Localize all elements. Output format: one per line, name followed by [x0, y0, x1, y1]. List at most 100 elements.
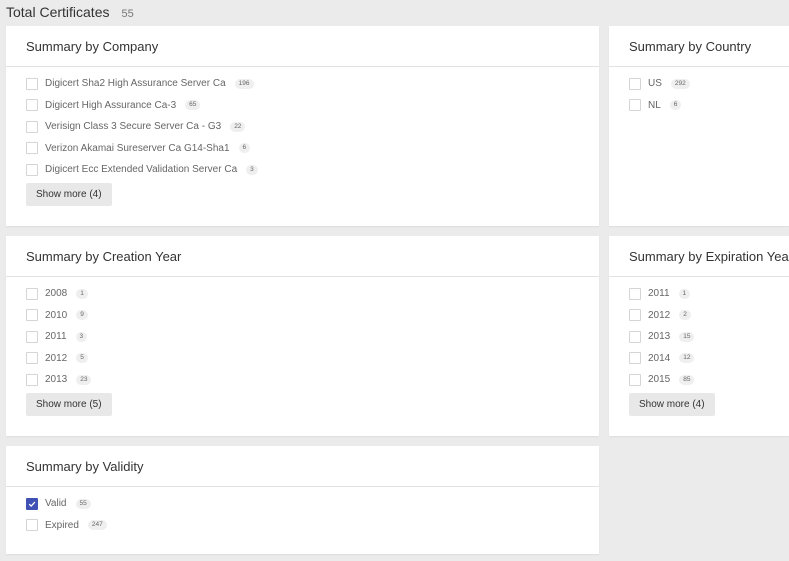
- filter-option-label: 2012: [648, 309, 671, 321]
- filter-option[interactable]: Digicert Ecc Extended Validation Server …: [6, 159, 599, 181]
- filter-option[interactable]: 2012 2: [609, 305, 789, 327]
- count-badge: 55: [75, 498, 91, 509]
- total-count: 55: [121, 8, 134, 20]
- checkbox[interactable]: [26, 163, 38, 176]
- card-title: Summary by Validity: [26, 458, 144, 474]
- checkbox[interactable]: [26, 309, 38, 322]
- count-badge: 292: [670, 78, 690, 89]
- filter-option[interactable]: US 292: [609, 73, 789, 95]
- filter-option[interactable]: 2015 85: [609, 369, 789, 391]
- filter-option[interactable]: Verisign Class 3 Secure Server Ca - G3 22: [6, 116, 599, 138]
- filter-option-label: Verizon Akamai Sureserver Ca G14-Sha1: [45, 142, 230, 154]
- count-badge: 85: [679, 374, 695, 385]
- show-more-expiration-years-button[interactable]: Show more (4): [629, 393, 715, 416]
- checkbox[interactable]: [26, 120, 38, 133]
- checkmark-icon: [28, 501, 36, 507]
- filter-option-label: 2013: [648, 331, 671, 343]
- filter-option-label: Digicert Ecc Extended Validation Server …: [45, 164, 238, 176]
- country-filter-list: US 292 NL 6: [609, 67, 789, 116]
- count-badge: 3: [246, 164, 258, 175]
- checkbox[interactable]: [26, 142, 38, 155]
- filter-option[interactable]: 2013 23: [6, 369, 599, 391]
- count-badge: 65: [185, 100, 201, 111]
- filter-option-label: Verisign Class 3 Secure Server Ca - G3: [45, 121, 222, 133]
- filter-option-label: Digicert High Assurance Ca-3: [45, 99, 177, 111]
- filter-option[interactable]: Valid 55: [6, 493, 599, 515]
- filter-option[interactable]: 2012 5: [6, 348, 599, 370]
- card-title: Summary by Country: [629, 38, 752, 54]
- filter-option[interactable]: Verizon Akamai Sureserver Ca G14-Sha1 6: [6, 138, 599, 160]
- checkbox[interactable]: [26, 330, 38, 343]
- filter-option-label: 2013: [45, 374, 68, 386]
- card-title: Summary by Company: [26, 38, 159, 54]
- filter-option-label: Digicert Sha2 High Assurance Server Ca: [45, 78, 226, 90]
- filter-option[interactable]: Digicert High Assurance Ca-3 65: [6, 95, 599, 117]
- count-badge: 5: [76, 353, 88, 364]
- filter-option-label: 2014: [648, 352, 671, 364]
- filter-option[interactable]: NL 6: [609, 95, 789, 117]
- count-badge: 1: [678, 288, 691, 299]
- total-certificates-header: Total Certificates 55: [6, 4, 134, 22]
- validity-filter-list: Valid 55 Expired 247: [6, 487, 599, 536]
- filter-option-label: Valid: [45, 498, 67, 510]
- filter-option-label: NL: [648, 99, 661, 111]
- checkbox[interactable]: [26, 287, 38, 300]
- creation-year-filter-list: 2008 1 2010 9 2011 3 2012 5 2013 23: [6, 277, 599, 391]
- expiration-year-filter-list: 2011 1 2012 2 2013 15 2014 12 2015 85: [609, 277, 789, 391]
- filter-option[interactable]: 2013 15: [609, 326, 789, 348]
- country-summary-card: Summary by Country US 292 NL 6: [609, 26, 789, 226]
- expiration-year-summary-card: Summary by Expiration Year 2011 1 2012 2 201…: [609, 236, 789, 436]
- card-header: Summary by Expiration Year: [609, 236, 789, 277]
- filter-option[interactable]: 2008 1: [6, 283, 599, 305]
- filter-option-label: 2010: [45, 309, 68, 321]
- filter-option-label: US: [648, 78, 662, 90]
- card-title: Summary by Creation Year: [26, 248, 182, 264]
- validity-summary-card: Summary by Validity Valid 55 Expired 247: [6, 446, 599, 554]
- filter-option[interactable]: 2010 9: [6, 305, 599, 327]
- filter-option[interactable]: Digicert Sha2 High Assurance Server Ca 19…: [6, 73, 599, 95]
- show-more-companies-button[interactable]: Show more (4): [26, 183, 112, 206]
- card-header: Summary by Country: [609, 26, 789, 67]
- filter-option-label: 2011: [648, 288, 670, 300]
- filter-option-label: 2008: [45, 288, 68, 300]
- card-header: Summary by Company: [6, 26, 599, 67]
- checkbox[interactable]: [629, 287, 641, 300]
- card-title: Summary by Expiration Year: [629, 248, 789, 264]
- checkbox[interactable]: [629, 309, 641, 322]
- page-title: Total Certificates: [6, 4, 110, 20]
- count-badge: 1: [76, 288, 88, 299]
- count-badge: 247: [87, 520, 107, 531]
- checkbox[interactable]: [26, 373, 38, 386]
- count-badge: 9: [76, 310, 88, 321]
- count-badge: 196: [234, 78, 254, 89]
- checkbox[interactable]: [26, 99, 38, 112]
- checkbox[interactable]: [629, 330, 641, 343]
- checkbox[interactable]: [26, 352, 38, 365]
- filter-option[interactable]: Expired 247: [6, 515, 599, 537]
- count-badge: 3: [75, 331, 88, 342]
- creation-year-summary-card: Summary by Creation Year 2008 1 2010 9 2011 3…: [6, 236, 599, 436]
- filter-option-label: Expired: [45, 519, 79, 531]
- checkbox[interactable]: [629, 77, 641, 90]
- count-badge: 2: [679, 310, 691, 321]
- checkbox[interactable]: [629, 99, 641, 112]
- checkbox[interactable]: [26, 497, 38, 510]
- filter-option-label: 2012: [45, 352, 68, 364]
- card-header: Summary by Creation Year: [6, 236, 599, 277]
- count-badge: 6: [669, 100, 682, 111]
- checkbox[interactable]: [26, 77, 38, 90]
- company-summary-card: Summary by Company Digicert Sha2 High As…: [6, 26, 599, 226]
- count-badge: 15: [679, 331, 695, 342]
- checkbox[interactable]: [629, 373, 641, 386]
- filter-option[interactable]: 2014 12: [609, 348, 789, 370]
- company-filter-list: Digicert Sha2 High Assurance Server Ca 19…: [6, 67, 599, 181]
- card-header: Summary by Validity: [6, 446, 599, 487]
- count-badge: 22: [230, 121, 246, 132]
- filter-option-label: 2011: [45, 331, 67, 343]
- checkbox[interactable]: [26, 519, 38, 532]
- filter-option[interactable]: 2011 3: [6, 326, 599, 348]
- count-badge: 12: [679, 353, 695, 364]
- filter-option[interactable]: 2011 1: [609, 283, 789, 305]
- show-more-creation-years-button[interactable]: Show more (5): [26, 393, 112, 416]
- checkbox[interactable]: [629, 352, 641, 365]
